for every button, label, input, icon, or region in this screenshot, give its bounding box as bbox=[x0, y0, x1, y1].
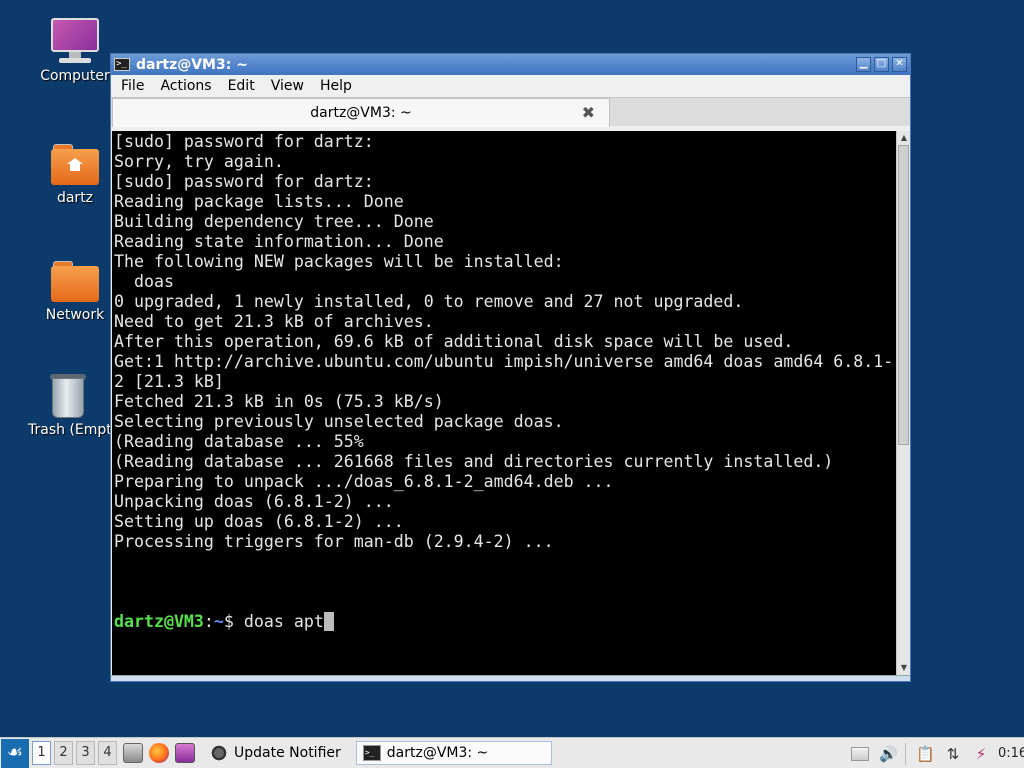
menu-view[interactable]: View bbox=[263, 78, 312, 94]
terminal-line: After this operation, 69.6 kB of additio… bbox=[114, 332, 794, 351]
terminal-line: Selecting previously unselected package … bbox=[114, 412, 564, 431]
computer-icon bbox=[49, 18, 101, 64]
terminal-line: 2 [21.3 kB] bbox=[114, 372, 224, 391]
maximize-button[interactable]: □ bbox=[874, 57, 889, 72]
terminal-line: The following NEW packages will be insta… bbox=[114, 252, 564, 271]
power-icon[interactable]: ⚡ bbox=[972, 745, 990, 763]
system-tray: 🔊 📋 ⇅ ⚡ 0:16 bbox=[841, 738, 1024, 768]
terminal-line: Preparing to unpack .../doas_6.8.1-2_amd… bbox=[114, 472, 614, 491]
task-label: Update Notifier bbox=[234, 745, 341, 761]
terminal-icon: >_ bbox=[114, 58, 130, 71]
terminal-line: Processing triggers for man-db (2.9.4-2)… bbox=[114, 532, 554, 551]
terminal-line: Reading package lists... Done bbox=[114, 192, 404, 211]
terminal-output[interactable]: [sudo] password for dartz: Sorry, try aga… bbox=[112, 131, 896, 675]
tray-separator bbox=[905, 742, 906, 765]
update-notifier-icon bbox=[210, 745, 228, 761]
prompt-user-host: dartz@VM3 bbox=[114, 612, 204, 631]
desktop-switch-1[interactable]: 1 bbox=[32, 741, 51, 765]
window-titlebar[interactable]: >_ dartz@VM3: ~ ▁ □ ✕ bbox=[111, 54, 910, 75]
terminal-window: >_ dartz@VM3: ~ ▁ □ ✕ File Actions Edit … bbox=[110, 53, 911, 682]
desktop-icon-trash[interactable]: Trash (Empty) bbox=[25, 372, 111, 438]
menu-file[interactable]: File bbox=[113, 78, 152, 94]
tab-close-icon[interactable]: ✖ bbox=[582, 99, 595, 127]
terminal-line: (Reading database ... 261668 files and d… bbox=[114, 452, 834, 471]
trash-icon bbox=[42, 372, 94, 418]
clock[interactable]: 0:16 bbox=[998, 746, 1024, 761]
terminal-prompt-line: dartz@VM3:~$ doas apt bbox=[114, 612, 896, 632]
menu-help[interactable]: Help bbox=[312, 78, 360, 94]
terminal-line: Building dependency tree... Done bbox=[114, 212, 434, 231]
network-icon[interactable]: ⇅ bbox=[944, 745, 962, 763]
tab-label: dartz@VM3: ~ bbox=[310, 105, 412, 121]
terminal-line: Reading state information... Done bbox=[114, 232, 444, 251]
terminal-line: 0 upgraded, 1 newly installed, 0 to remo… bbox=[114, 292, 744, 311]
menubar: File Actions Edit View Help bbox=[111, 75, 910, 97]
prompt-symbol: $ bbox=[223, 612, 234, 631]
volume-icon[interactable]: 🔊 bbox=[879, 745, 898, 763]
terminal-line: doas bbox=[114, 272, 174, 291]
vertical-scrollbar[interactable]: ▲ ▼ bbox=[896, 131, 910, 675]
terminal-icon: >_ bbox=[362, 745, 381, 761]
desktop-icon-label: Trash (Empty) bbox=[28, 422, 111, 438]
home-folder-icon bbox=[49, 140, 101, 186]
terminal-line: Need to get 21.3 kB of archives. bbox=[114, 312, 434, 331]
firefox-icon[interactable] bbox=[149, 743, 169, 763]
scroll-up-arrow-icon[interactable]: ▲ bbox=[899, 132, 909, 144]
terminal-line: [sudo] password for dartz: bbox=[114, 172, 374, 191]
menu-actions[interactable]: Actions bbox=[152, 78, 219, 94]
folder-icon bbox=[49, 257, 101, 303]
removable-drive-icon[interactable] bbox=[851, 746, 869, 761]
terminal-line: Unpacking doas (6.8.1-2) ... bbox=[114, 492, 394, 511]
terminal-line: Setting up doas (6.8.1-2) ... bbox=[114, 512, 404, 531]
menu-edit[interactable]: Edit bbox=[220, 78, 263, 94]
terminal-line: Sorry, try again. bbox=[114, 152, 284, 171]
start-menu-button[interactable]: ☙ bbox=[1, 738, 29, 768]
terminal-line: Fetched 21.3 kB in 0s (75.3 kB/s) bbox=[114, 392, 444, 411]
close-button[interactable]: ✕ bbox=[892, 57, 907, 72]
desktop-switch-3[interactable]: 3 bbox=[76, 741, 95, 765]
minimize-button[interactable]: ▁ bbox=[856, 57, 871, 72]
tab-terminal[interactable]: dartz@VM3: ~ ✖ bbox=[112, 98, 610, 127]
clipboard-icon[interactable]: 📋 bbox=[916, 745, 935, 763]
terminal-lines: [sudo] password for dartz: Sorry, try aga… bbox=[114, 132, 896, 612]
window-title: dartz@VM3: ~ bbox=[136, 56, 248, 73]
prompt-path: ~ bbox=[213, 612, 224, 631]
scroll-down-arrow-icon[interactable]: ▼ bbox=[899, 662, 909, 674]
desktop-switch-2[interactable]: 2 bbox=[54, 741, 73, 765]
tab-bar: dartz@VM3: ~ ✖ bbox=[111, 97, 910, 127]
task-label: dartz@VM3: ~ bbox=[386, 745, 489, 761]
terminal-line: (Reading database ... 55% bbox=[114, 432, 364, 451]
prompt-separator: : bbox=[203, 612, 214, 631]
task-terminal[interactable]: >_ dartz@VM3: ~ bbox=[355, 741, 552, 765]
taskbar: ☙ 1 2 3 4 Update Notifier >_ dartz@VM3: … bbox=[0, 737, 1024, 768]
terminal-line: [sudo] password for dartz: bbox=[114, 132, 374, 151]
scrollbar-thumb[interactable] bbox=[898, 145, 909, 445]
terminal-line: Get:1 http://archive.ubuntu.com/ubuntu i… bbox=[114, 352, 894, 371]
task-update-notifier[interactable]: Update Notifier bbox=[203, 741, 348, 765]
desktop-switch-4[interactable]: 4 bbox=[98, 741, 117, 765]
text-cursor bbox=[323, 612, 334, 631]
file-manager-icon[interactable] bbox=[123, 743, 143, 763]
window-bottom-border[interactable] bbox=[111, 675, 910, 681]
media-player-icon[interactable] bbox=[175, 743, 195, 763]
prompt-command: doas apt bbox=[233, 612, 324, 631]
